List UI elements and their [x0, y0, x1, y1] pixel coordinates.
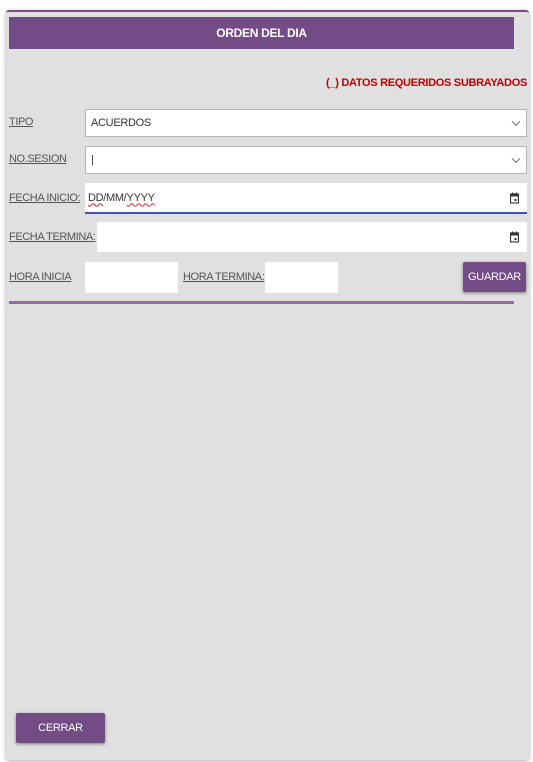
calendar-icon[interactable] [510, 231, 519, 243]
required-note: (_) DATOS REQUERIDOS SUBRAYADOS [326, 77, 527, 89]
section-divider [9, 301, 514, 304]
fecha-inicio-input[interactable]: DD/MM/YYYY [85, 183, 527, 214]
calendar-icon[interactable] [510, 192, 519, 203]
dialog-title-text: ORDEN DEL DIA [216, 26, 307, 40]
fecha-inicio-label: FECHA INICIO: [9, 192, 81, 204]
hora-inicia-input[interactable] [85, 262, 178, 293]
tipo-select[interactable]: ACUERDOS [85, 109, 527, 137]
fecha-termina-label: FECHA TERMINA: [9, 231, 96, 243]
cerrar-button[interactable]: CERRAR [16, 713, 105, 743]
fecha-inicio-placeholder: DD/MM/YYYY [88, 191, 155, 204]
chevron-down-icon [511, 117, 521, 127]
tipo-label: TIPO [9, 116, 34, 128]
hora-termina-label: HORA TERMINA: [183, 271, 265, 283]
cerrar-button-label: CERRAR [38, 722, 83, 734]
no-sesion-label: NO.SESION [9, 153, 67, 165]
no-sesion-select[interactable]: | [85, 146, 527, 174]
fecha-termina-input[interactable] [97, 222, 527, 252]
hora-termina-input[interactable] [265, 262, 338, 293]
guardar-button-label: GUARDAR [468, 271, 521, 283]
dialog-title: ORDEN DEL DIA [9, 17, 514, 49]
guardar-button[interactable]: GUARDAR [463, 262, 526, 292]
hora-inicia-label: HORA INICIA [9, 271, 72, 283]
tipo-value: ACUERDOS [91, 117, 151, 129]
chevron-down-icon [511, 154, 521, 164]
no-sesion-value: | [91, 154, 94, 166]
